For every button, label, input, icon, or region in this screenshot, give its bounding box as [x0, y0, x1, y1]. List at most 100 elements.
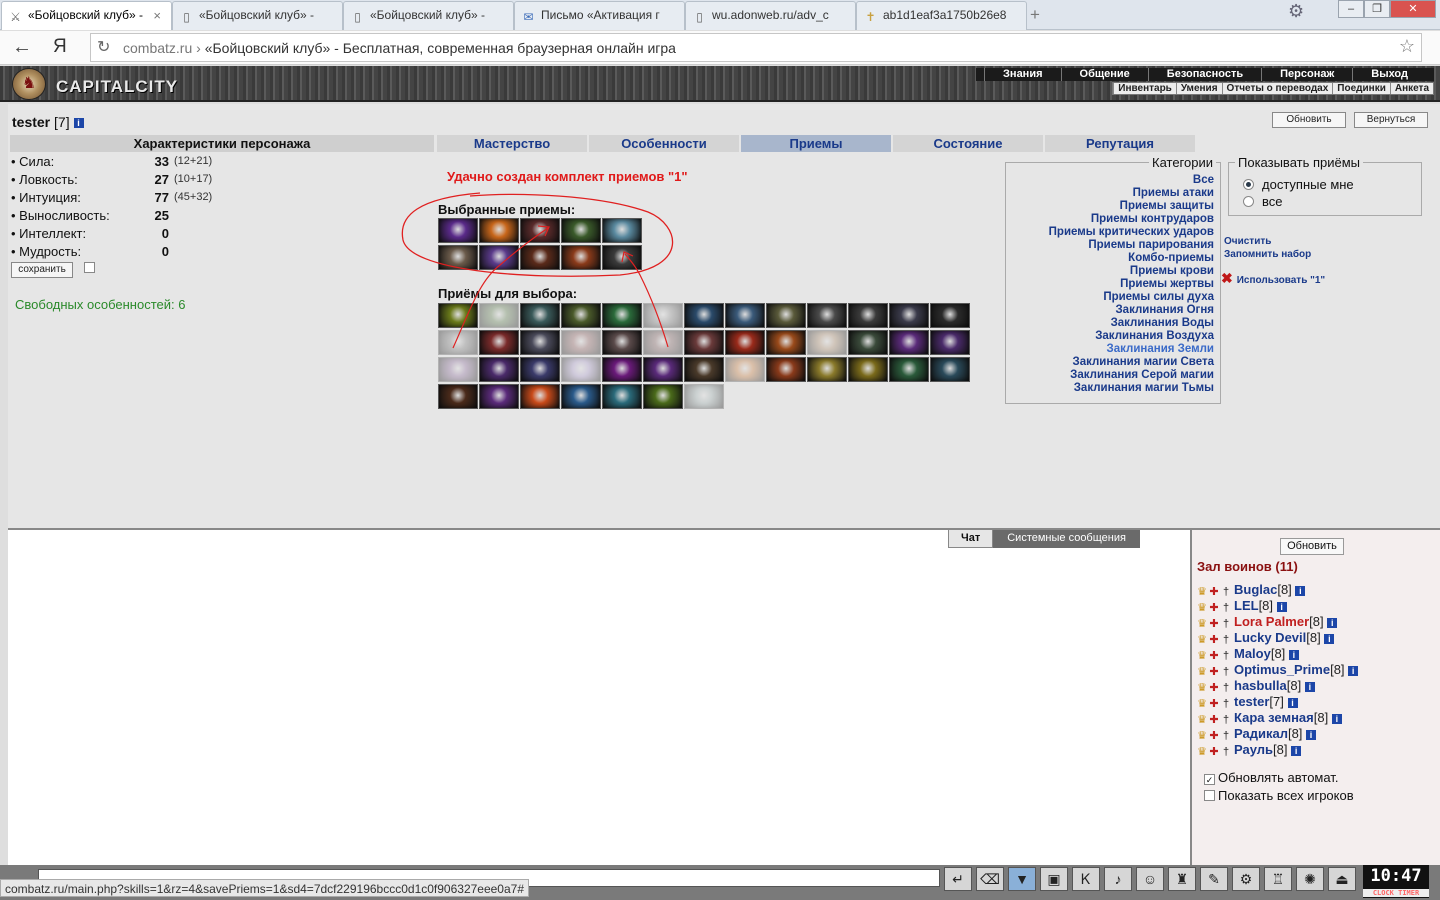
available-skill-icon[interactable] — [479, 303, 519, 328]
filter-icon[interactable]: ▼ — [1008, 867, 1036, 891]
lock-icon[interactable]: ♖ — [1264, 867, 1292, 891]
refresh-button[interactable]: Обновить — [1272, 112, 1346, 128]
player-name[interactable]: Кара земная — [1234, 710, 1314, 725]
category-link[interactable]: Заклинания магии Тьмы — [1049, 382, 1214, 395]
chosen-skill-icon[interactable] — [561, 218, 601, 243]
available-skill-icon[interactable] — [520, 303, 560, 328]
available-skill-icon[interactable] — [479, 330, 519, 355]
available-skill-icon[interactable] — [520, 384, 560, 409]
player-name[interactable]: hasbulla — [1234, 678, 1287, 693]
player-row[interactable]: ♛ ✚ † tester[7] i — [1196, 694, 1298, 710]
reload-icon[interactable]: ↻ — [97, 37, 110, 57]
category-link[interactable]: Приемы жертвы — [1049, 278, 1214, 291]
category-link[interactable]: Приемы силы духа — [1049, 291, 1214, 304]
checkbox[interactable] — [1204, 790, 1215, 801]
auto-refresh-option[interactable]: ✓ Обновлять автомат. — [1204, 770, 1338, 785]
chosen-skill-icon[interactable] — [602, 218, 642, 243]
player-row[interactable]: ♛ ✚ † Кара земная[8] i — [1196, 710, 1342, 726]
category-link[interactable]: Приемы атаки — [1049, 187, 1214, 200]
available-skill-icon[interactable] — [930, 330, 970, 355]
bag-icon[interactable]: ♜ — [1168, 867, 1196, 891]
roster-refresh-button[interactable]: Обновить — [1280, 538, 1344, 555]
player-name[interactable]: LEL — [1234, 598, 1259, 613]
chosen-skill-icon[interactable] — [602, 245, 642, 270]
use-set-label[interactable]: Использовать "1" — [1237, 275, 1325, 286]
browser-tab-2[interactable]: ▯ «Бойцовский клуб» - — [172, 1, 343, 30]
available-skill-icon[interactable] — [725, 357, 765, 382]
available-skill-icon[interactable] — [438, 330, 478, 355]
yandex-logo[interactable]: Я — [53, 36, 67, 58]
info-icon[interactable]: i — [73, 118, 84, 129]
gear-icon[interactable]: ⚙ — [1232, 867, 1260, 891]
chosen-skill-icon[interactable] — [479, 245, 519, 270]
available-skill-icon[interactable] — [889, 357, 929, 382]
category-link[interactable]: Приемы защиты — [1049, 200, 1214, 213]
category-link[interactable]: Приемы критических ударов — [1049, 226, 1214, 239]
available-skill-icon[interactable] — [766, 303, 806, 328]
settings-gear-icon[interactable]: ⚙ — [1288, 1, 1304, 22]
category-link[interactable]: Приемы крови — [1049, 265, 1214, 278]
player-name[interactable]: Радикал — [1234, 726, 1288, 741]
player-row[interactable]: ♛ ✚ † Optimus_Prime[8] i — [1196, 662, 1359, 678]
available-skill-icon[interactable] — [807, 330, 847, 355]
info-icon[interactable]: i — [1291, 745, 1302, 756]
player-row[interactable]: ♛ ✚ † Lucky Devil[8] i — [1196, 630, 1335, 646]
exit-icon[interactable]: ⏏ — [1328, 867, 1356, 891]
category-link[interactable]: Все — [1049, 174, 1214, 187]
new-tab-button[interactable]: + — [1030, 5, 1040, 25]
close-tab-icon[interactable]: × — [153, 8, 161, 23]
save-checkbox[interactable] — [84, 262, 95, 273]
address-bar[interactable]: ↻ combatz.ru › «Бойцовский клуб» - Беспл… — [90, 33, 1422, 62]
available-skill-icon[interactable] — [520, 330, 560, 355]
available-skill-icon[interactable] — [602, 330, 642, 355]
submenu-skills[interactable]: Умения — [1175, 83, 1222, 94]
available-skill-icon[interactable] — [684, 384, 724, 409]
menu-communication[interactable]: Общение — [1060, 68, 1148, 81]
info-icon[interactable]: i — [1288, 649, 1299, 660]
available-skill-icon[interactable] — [684, 303, 724, 328]
category-link[interactable]: Приемы контрударов — [1049, 213, 1214, 226]
available-skill-icon[interactable] — [643, 357, 683, 382]
chosen-skill-icon[interactable] — [479, 218, 519, 243]
info-icon[interactable]: i — [1304, 681, 1315, 692]
browser-tab-3[interactable]: ▯ «Бойцовский клуб» - — [343, 1, 514, 30]
chosen-skill-icon[interactable] — [520, 218, 560, 243]
available-skill-icon[interactable] — [438, 303, 478, 328]
back-button[interactable]: Вернуться — [1354, 112, 1428, 128]
available-skill-icon[interactable] — [602, 384, 642, 409]
bookmark-star-icon[interactable]: ☆ — [1399, 36, 1415, 57]
submenu-inventory[interactable]: Инвентарь — [1113, 83, 1176, 94]
available-skill-icon[interactable] — [807, 303, 847, 328]
tab-state[interactable]: Состояние — [893, 135, 1043, 152]
info-icon[interactable]: i — [1348, 665, 1359, 676]
available-skill-icon[interactable] — [684, 330, 724, 355]
chosen-skill-icon[interactable] — [520, 245, 560, 270]
available-skill-icon[interactable] — [602, 303, 642, 328]
info-icon[interactable]: i — [1306, 729, 1317, 740]
available-skill-icon[interactable] — [561, 357, 601, 382]
menu-exit[interactable]: Выход — [1352, 68, 1426, 81]
back-arrow-icon[interactable]: ← — [12, 36, 32, 59]
address-text[interactable]: combatz.ru › «Бойцовский клуб» - Бесплат… — [123, 40, 676, 56]
available-skill-icon[interactable] — [766, 330, 806, 355]
player-row[interactable]: ♛ ✚ † Рауль[8] i — [1196, 742, 1302, 758]
scroll-icon[interactable]: ✎ — [1200, 867, 1228, 891]
available-skill-icon[interactable] — [766, 357, 806, 382]
close-window-button[interactable]: ✕ — [1390, 0, 1436, 18]
menu-character[interactable]: Персонаж — [1261, 68, 1352, 81]
info-icon[interactable]: i — [1324, 633, 1335, 644]
use-set-link[interactable]: ✖ Использовать "1" — [1221, 270, 1325, 287]
player-name[interactable]: Maloy — [1234, 646, 1271, 661]
category-link[interactable]: Приемы парирования — [1049, 239, 1214, 252]
available-skill-icon[interactable] — [930, 357, 970, 382]
enter-icon[interactable]: ↵ — [944, 867, 972, 891]
submenu-transfers[interactable]: Отчеты о переводах — [1221, 83, 1333, 94]
available-skill-icon[interactable] — [438, 384, 478, 409]
player-name[interactable]: Рауль — [1234, 742, 1273, 757]
available-skill-icon[interactable] — [889, 303, 929, 328]
checkbox-checked[interactable]: ✓ — [1204, 774, 1215, 785]
music-icon[interactable]: ♪ — [1104, 867, 1132, 891]
player-name[interactable]: Buglac — [1234, 582, 1277, 597]
save-icon[interactable]: ▣ — [1040, 867, 1068, 891]
available-skill-icon[interactable] — [561, 330, 601, 355]
